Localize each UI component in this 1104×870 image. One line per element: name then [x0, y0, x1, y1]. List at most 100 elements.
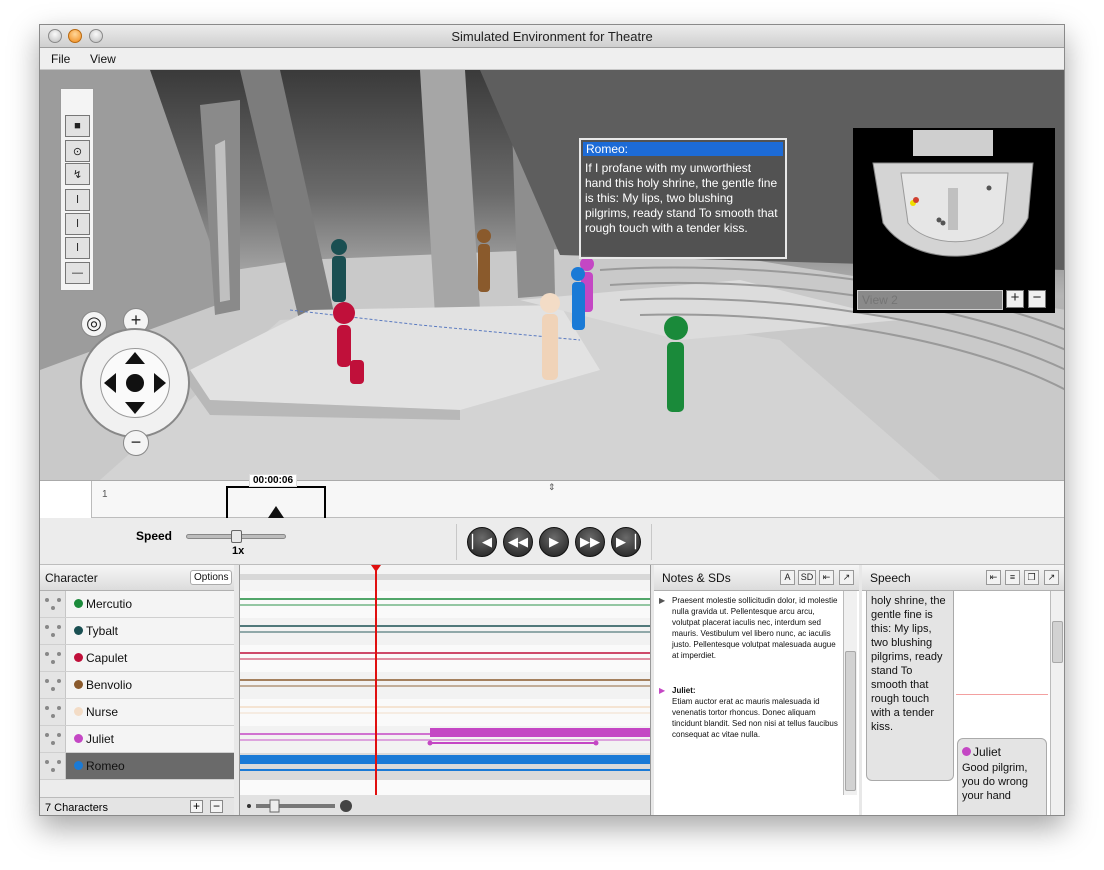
juliet-speech-header: Juliet [962, 745, 1042, 759]
juliet-speech-card: Juliet Good pilgrim, you do wrong your h… [957, 738, 1047, 815]
speech-align-icon[interactable]: ≡ [1005, 570, 1020, 585]
rig-icon[interactable] [40, 645, 66, 671]
view-name-input[interactable] [857, 290, 1003, 310]
figure-sit-icon: ǀ [76, 242, 79, 254]
note-entry-2: ▶ Juliet: Etiam auctor erat ac mauris ma… [659, 685, 842, 740]
character-row-nurse[interactable]: Nurse [40, 699, 234, 726]
stage-direction-button[interactable]: SD [798, 570, 816, 585]
note-entry-2-speaker: Juliet: [672, 686, 696, 695]
note-arrow-icon: ▶ [659, 596, 666, 605]
speech-window-icon[interactable]: ❐ [1024, 570, 1039, 585]
speech-content[interactable]: holy shrine, the gentle fine is this: My… [862, 591, 1064, 815]
character-name: Nurse [86, 705, 119, 719]
skip-end-icon: ▶▕ [616, 534, 636, 549]
speech-scrollbar[interactable] [1050, 591, 1064, 815]
rewind-icon: ◀◀ [508, 534, 528, 549]
character-row-mercutio[interactable]: Mercutio [40, 591, 234, 618]
character-list: Mercutio Tybalt Capulet Benvolio Nurse Juliet… [40, 591, 234, 797]
character-figure-benvolio[interactable] [477, 229, 491, 292]
speed-value: 1x [232, 545, 245, 557]
window-title: Simulated Environment for Theatre [451, 29, 653, 44]
notes-scrollbar[interactable] [843, 591, 857, 795]
navigation-arrows-icon [104, 352, 166, 414]
character-color-dot [74, 680, 83, 689]
note-arrow-icon: ▶ [659, 686, 666, 695]
juliet-movement-start [427, 740, 433, 746]
remove-view-button[interactable]: − [1028, 290, 1046, 308]
pose-tool-button-1[interactable]: ǀ [65, 189, 90, 211]
character-tracks[interactable] [239, 565, 651, 815]
notes-font-button[interactable]: A [780, 570, 795, 585]
character-color-dot [74, 653, 83, 662]
target-icon: ⊙ [72, 145, 83, 158]
speed-label: Speed [136, 529, 173, 543]
speech-scroll-thumb[interactable] [1052, 621, 1063, 663]
current-time-label: 00:00:06 [249, 474, 298, 487]
remove-character-button[interactable]: − [210, 800, 223, 813]
stage-3d-viewport[interactable]: ■ ⊙ ↯ ǀ ǀ ǀ — ◎ + − Romeo: If I profane … [40, 70, 1064, 480]
speed-slider-thumb[interactable] [231, 530, 242, 543]
timeline-ruler[interactable]: 1 00:00:06 ⇕ [40, 474, 1064, 523]
notes-pane-header: Notes & SDs A SD ⇤ ↗ [654, 565, 859, 591]
character-row-tybalt[interactable]: Tybalt [40, 618, 234, 645]
character-row-capulet[interactable]: Capulet [40, 645, 234, 672]
skip-to-start-button[interactable]: ▏◀ [467, 527, 497, 557]
insert-note-icon[interactable]: ⇤ [819, 570, 834, 585]
notes-header-label: Notes & SDs [662, 571, 731, 585]
romeo-speech-text: holy shrine, the gentle fine is this: My… [871, 595, 946, 733]
target-tool-button[interactable]: ⊙ [65, 140, 90, 162]
rig-icon[interactable] [40, 753, 66, 779]
note-entry-1-text: Praesent molestie sollicitudin dolor, id… [672, 596, 838, 660]
navigation-pad[interactable] [80, 328, 190, 438]
menu-file[interactable]: File [51, 52, 70, 66]
character-row-romeo[interactable]: Romeo [40, 753, 234, 780]
path-icon: ↯ [72, 168, 83, 181]
speech-bubble-text: If I profane with my unworthiest hand th… [585, 161, 778, 235]
character-header-label: Character [45, 571, 98, 585]
fast-forward-button[interactable]: ▶▶ [575, 527, 605, 557]
notes-content[interactable]: ▶ Praesent molestie sollicitudin dolor, … [654, 591, 859, 815]
zoom-out-button[interactable]: − [123, 430, 149, 456]
speech-indent-icon[interactable]: ⇤ [986, 570, 1001, 585]
character-figure-romeo[interactable] [571, 267, 585, 330]
rig-icon[interactable] [40, 672, 66, 698]
track-zoom-thumb [269, 799, 280, 813]
character-figure-nurse[interactable] [540, 293, 560, 380]
resize-handle-icon[interactable]: ⇕ [548, 482, 556, 493]
rig-icon[interactable] [40, 699, 66, 725]
rig-icon[interactable] [40, 726, 66, 752]
character-options-button[interactable]: Options [190, 570, 233, 585]
note-entry-1: ▶ Praesent molestie sollicitudin dolor, … [659, 595, 842, 661]
romeo-speech-card: holy shrine, the gentle fine is this: My… [866, 591, 954, 781]
path-tool-button[interactable]: ↯ [65, 163, 90, 185]
speed-slider[interactable] [186, 530, 286, 543]
skip-to-end-button[interactable]: ▶▕ [611, 527, 641, 557]
expand-notes-icon[interactable]: ↗ [839, 570, 854, 585]
character-pane-header: Character Options [40, 565, 234, 591]
minimap-view[interactable] [853, 128, 1055, 313]
figure-walk-icon: ǀ [76, 218, 79, 230]
character-row-benvolio[interactable]: Benvolio [40, 672, 234, 699]
add-character-button[interactable]: + [190, 800, 203, 813]
play-button[interactable]: ▶ [539, 527, 569, 557]
juliet-color-dot [962, 747, 971, 756]
camera-tool-button[interactable]: ■ [65, 115, 90, 137]
expand-speech-icon[interactable]: ↗ [1044, 570, 1059, 585]
add-view-button[interactable]: + [1006, 290, 1024, 308]
rewind-button[interactable]: ◀◀ [503, 527, 533, 557]
rig-icon[interactable] [40, 618, 66, 644]
pose-tool-button-4[interactable]: — [65, 262, 90, 284]
romeo-speech-block [240, 755, 650, 764]
rig-icon[interactable] [40, 591, 66, 617]
character-row-juliet[interactable]: Juliet [40, 726, 234, 753]
transport-controls: ▏◀ ◀◀ ▶ ▶▶ ▶▕ [456, 524, 652, 560]
figure-icon: ǀ [76, 194, 79, 206]
notes-scroll-thumb[interactable] [845, 651, 856, 791]
pose-tool-button-3[interactable]: ǀ [65, 237, 90, 259]
character-count: 7 Characters [45, 802, 108, 814]
play-icon: ▶ [549, 534, 559, 549]
menu-view[interactable]: View [90, 52, 116, 66]
character-figure-tybalt[interactable] [331, 239, 347, 302]
juliet-movement-end [593, 740, 599, 746]
pose-tool-button-2[interactable]: ǀ [65, 213, 90, 235]
